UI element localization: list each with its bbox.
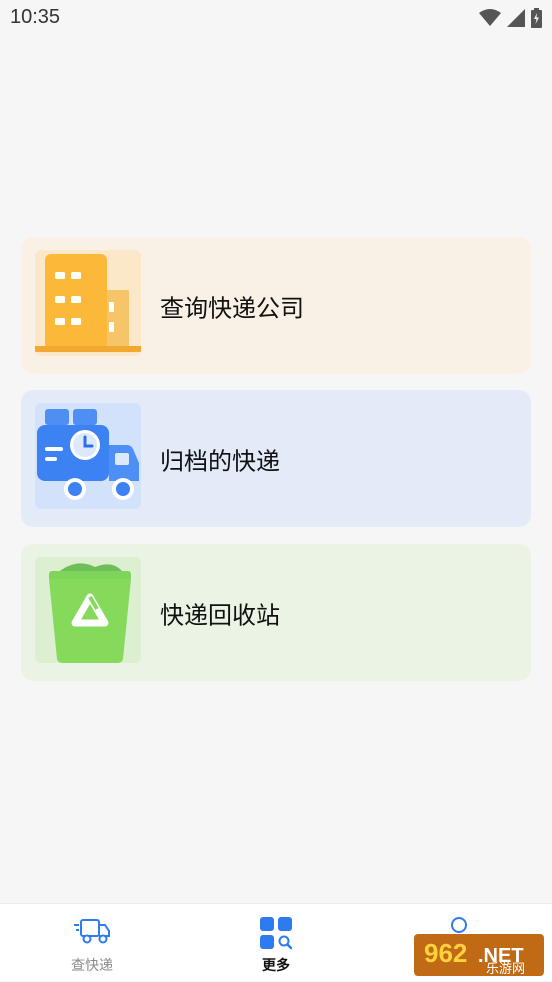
card-archived-deliveries[interactable]: 归档的快递 <box>21 390 531 527</box>
card-label: 查询快递公司 <box>160 294 304 322</box>
status-time: 10:35 <box>10 6 61 28</box>
recycle-bin-icon <box>35 557 141 663</box>
card-query-courier-company[interactable]: 查询快递公司 <box>21 237 531 374</box>
battery-icon <box>531 8 542 28</box>
signal-icon <box>507 9 525 27</box>
svg-text:962: 962 <box>424 938 467 968</box>
tab-label: 查快递 <box>71 958 113 974</box>
delivery-truck-icon <box>35 403 141 509</box>
status-bar: 10:35 <box>0 0 552 36</box>
tab-label: 更多 <box>262 958 290 974</box>
card-label: 快递回收站 <box>160 601 280 629</box>
tab-more[interactable]: 更多 <box>216 904 336 982</box>
site-watermark: 962 .NET 乐游网 <box>414 918 544 977</box>
grid-search-icon <box>260 917 293 950</box>
delivery-truck-icon <box>74 919 110 944</box>
watermark-text: 乐游网 <box>486 962 526 977</box>
wifi-icon <box>479 9 501 26</box>
card-label: 归档的快递 <box>160 447 280 475</box>
status-icons <box>479 8 542 28</box>
card-recycle-bin[interactable]: 快递回收站 <box>21 544 531 681</box>
building-icon <box>35 250 141 356</box>
tab-query-delivery[interactable]: 查快递 <box>32 904 152 982</box>
